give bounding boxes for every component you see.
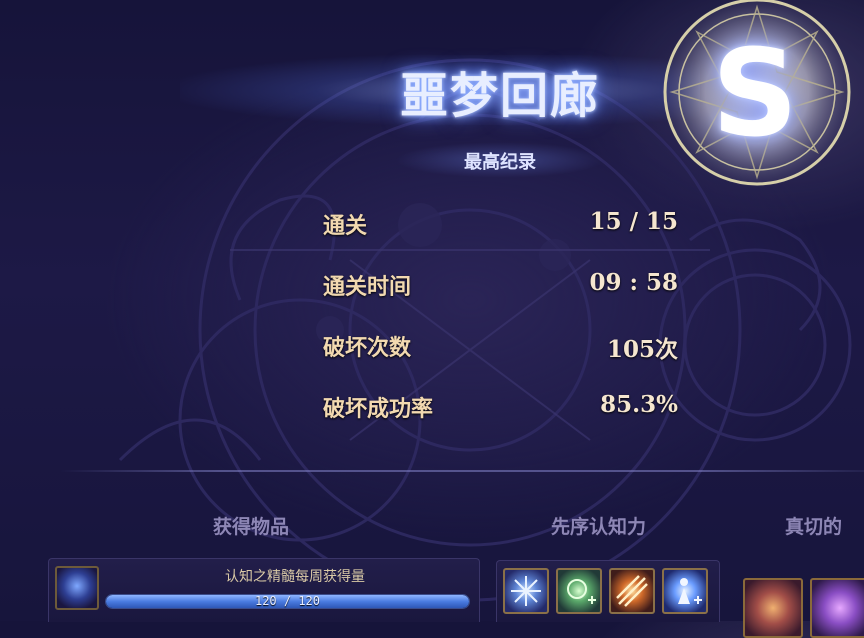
obtained-items-title: 获得物品	[213, 516, 290, 538]
stat-row-break-rate: 破坏成功率 85.3%	[323, 383, 678, 444]
stat-label: 通关时间	[323, 274, 412, 300]
holy-figure-icon[interactable]	[662, 568, 708, 614]
stat-value: 105次	[606, 336, 678, 363]
record-label: 最高纪录	[464, 152, 536, 173]
stat-row-clear-time: 通关时间 09 : 58	[323, 261, 678, 322]
stat-value: 85.3%	[600, 391, 678, 418]
stats-list: 通关 15 / 15 通关时间 09 : 58 破坏次数 105次 破坏成功率 …	[323, 200, 678, 444]
purple-reward-icon[interactable]	[810, 578, 864, 638]
weekly-progress-label: 认知之精髓每周获得量	[225, 569, 365, 585]
weekly-progress-text: 120 / 120	[254, 594, 321, 608]
stat-row-break-count: 破坏次数 105次	[323, 322, 678, 383]
stat-label: 破坏次数	[323, 335, 412, 361]
stat-row-clear: 通关 15 / 15	[323, 200, 678, 261]
frost-burst-icon[interactable]	[503, 568, 549, 614]
stat-value: 09 : 58	[589, 269, 678, 296]
orange-reward-icon[interactable]	[743, 578, 803, 638]
flame-slash-icon[interactable]	[609, 568, 655, 614]
stat-label: 破坏成功率	[323, 396, 434, 422]
section-divider	[60, 470, 864, 472]
stat-value: 15 / 15	[589, 208, 678, 235]
essence-orb-icon[interactable]	[55, 566, 99, 610]
cognition-title: 先序认知力	[551, 516, 647, 538]
stat-label: 通关	[323, 213, 368, 239]
rank-letter: S	[711, 25, 799, 164]
green-rune-icon[interactable]	[556, 568, 602, 614]
dungeon-title: 噩梦回廊	[399, 68, 600, 124]
true-reward-title: 真切的	[785, 516, 843, 538]
